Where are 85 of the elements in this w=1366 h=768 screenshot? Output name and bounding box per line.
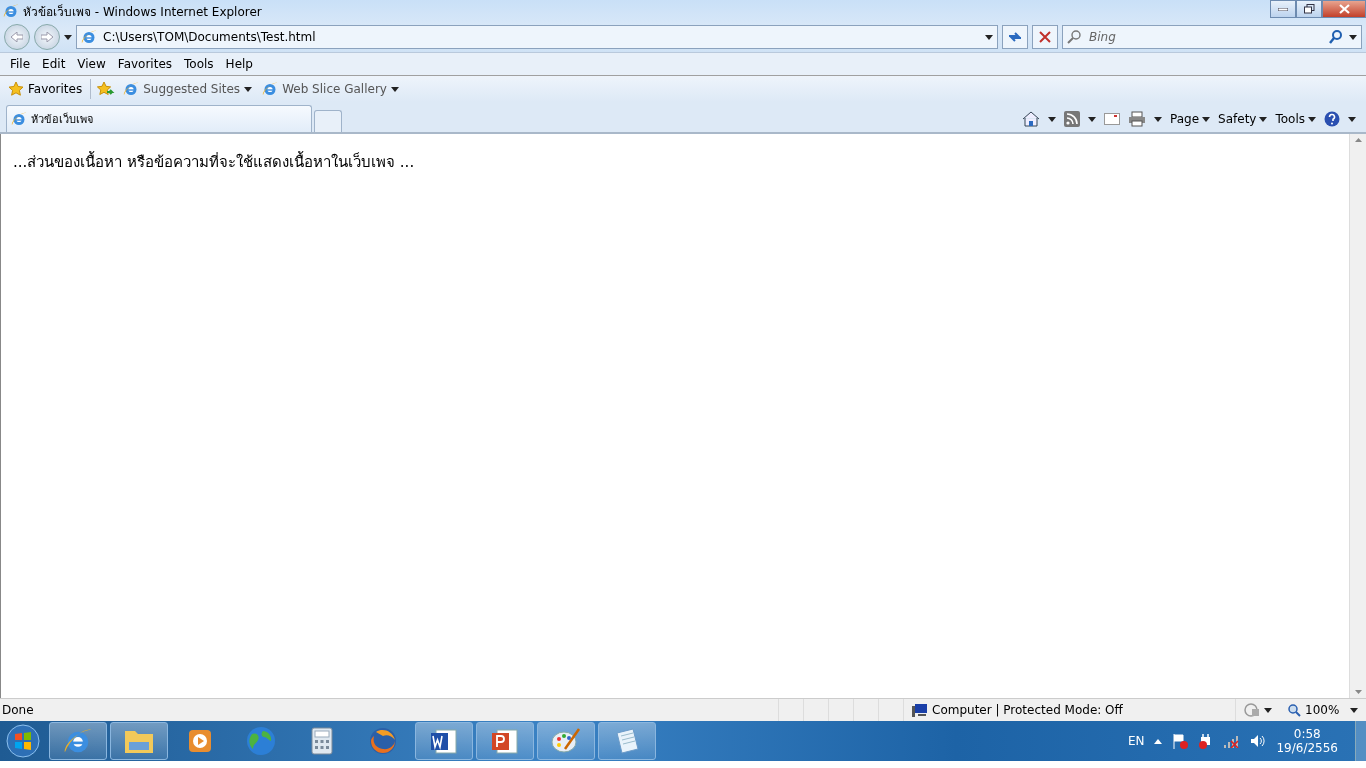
search-bar[interactable]: Bing	[1062, 25, 1362, 49]
mail-icon[interactable]	[1104, 113, 1120, 125]
caret-icon[interactable]	[1048, 116, 1056, 122]
restore-icon	[1303, 4, 1315, 14]
scroll-down-icon[interactable]	[1354, 690, 1362, 694]
ie-logo-icon	[81, 29, 97, 45]
monitor-icon	[912, 703, 928, 717]
favorites-link[interactable]: Suggested Sites	[121, 79, 255, 99]
favorites-button[interactable]: Favorites	[6, 79, 85, 99]
caret-icon[interactable]	[390, 86, 399, 92]
command-menu[interactable]: Safety	[1218, 112, 1268, 126]
globe-icon	[246, 726, 276, 756]
address-bar[interactable]: C:\Users\TOM\Documents\Test.html	[76, 25, 998, 49]
browser-tab[interactable]: หัวข้อเว็บเพจ	[6, 105, 312, 132]
calculator-icon	[311, 727, 333, 755]
menu-item[interactable]: Edit	[36, 57, 72, 71]
menu-item[interactable]: Favorites	[111, 57, 179, 71]
document-p-icon	[491, 727, 519, 755]
refresh-icon	[1007, 30, 1023, 44]
windows-logo-icon	[5, 723, 41, 759]
caret-icon[interactable]	[1264, 707, 1272, 713]
caret-icon[interactable]	[985, 34, 993, 40]
flag-icon[interactable]	[1172, 733, 1189, 749]
back-arrow-icon	[11, 32, 23, 42]
help-icon[interactable]	[1324, 111, 1340, 127]
search-icon	[1067, 30, 1081, 44]
tray-expand-icon[interactable]	[1154, 738, 1163, 744]
search-icon[interactable]	[1329, 30, 1343, 44]
taskbar-button[interactable]	[476, 722, 534, 760]
close-button[interactable]	[1322, 0, 1366, 18]
menu-item[interactable]: View	[71, 57, 112, 71]
caret-icon[interactable]	[1259, 116, 1268, 122]
star-icon	[8, 81, 24, 97]
search-field[interactable]: Bing	[1087, 29, 1323, 45]
caret-icon[interactable]	[1088, 116, 1096, 122]
caret-icon[interactable]	[1350, 707, 1358, 713]
stop-button[interactable]	[1032, 25, 1058, 49]
command-menu[interactable]: Page	[1170, 112, 1211, 126]
clock[interactable]: 0:58 19/6/2556	[1276, 727, 1338, 755]
ie-logo-icon	[11, 111, 27, 127]
taskbar-button[interactable]	[598, 722, 656, 760]
taskbar-button[interactable]	[415, 722, 473, 760]
caret-icon[interactable]	[1202, 116, 1211, 122]
zoom-icon	[1288, 703, 1301, 717]
window-title: หัวข้อเว็บเพจ - Windows Internet Explorer	[23, 3, 262, 21]
caret-icon[interactable]	[1154, 116, 1162, 122]
minimize-icon	[1278, 7, 1288, 11]
feed-icon[interactable]	[1064, 111, 1080, 127]
taskbar-button[interactable]	[49, 722, 107, 760]
taskbar-button[interactable]	[537, 722, 595, 760]
close-icon	[1338, 4, 1350, 14]
printer-icon[interactable]	[1128, 111, 1146, 127]
restore-button[interactable]	[1296, 0, 1322, 18]
home-icon[interactable]	[1022, 111, 1040, 127]
folder-icon	[124, 728, 154, 754]
refresh-button[interactable]	[1002, 25, 1028, 49]
caret-icon[interactable]	[1349, 34, 1357, 40]
status-text: Done	[1, 703, 34, 717]
language-indicator[interactable]: EN	[1127, 734, 1145, 748]
palette-icon	[551, 727, 581, 755]
caret-icon[interactable]	[64, 34, 72, 40]
document-w-icon	[430, 727, 458, 755]
ie-logo-icon	[3, 3, 19, 19]
scroll-up-icon[interactable]	[1354, 138, 1362, 142]
caret-icon[interactable]	[244, 86, 253, 92]
tab-title: หัวข้อเว็บเพจ	[31, 111, 93, 128]
zoom-control[interactable]: 100%	[1280, 703, 1366, 717]
menu-item[interactable]: Tools	[178, 57, 220, 71]
command-menu[interactable]: Tools	[1275, 112, 1316, 126]
menu-item[interactable]: Help	[219, 57, 259, 71]
play-icon	[188, 729, 212, 753]
signal-icon[interactable]	[1224, 734, 1241, 748]
address-field[interactable]: C:\Users\TOM\Documents\Test.html	[101, 29, 981, 45]
fox-globe-icon	[368, 726, 398, 756]
favorites-link[interactable]: Web Slice Gallery	[260, 79, 401, 99]
add-favorite-icon[interactable]	[97, 81, 116, 97]
caret-icon[interactable]	[1348, 116, 1356, 122]
page-text: ...ส่วนของเนื้อหา หรือข้อความที่จะใช้แสดงเนื้อหาในเว็บเพจ ...	[13, 153, 415, 171]
speaker-icon[interactable]	[1250, 734, 1267, 748]
zone-text: Computer | Protected Mode: Off	[932, 703, 1123, 717]
caret-icon[interactable]	[1308, 116, 1316, 122]
stop-icon	[1039, 31, 1051, 43]
menu-item[interactable]: File	[4, 57, 37, 71]
scrollbar[interactable]	[1349, 134, 1366, 698]
forward-arrow-icon	[41, 32, 53, 42]
